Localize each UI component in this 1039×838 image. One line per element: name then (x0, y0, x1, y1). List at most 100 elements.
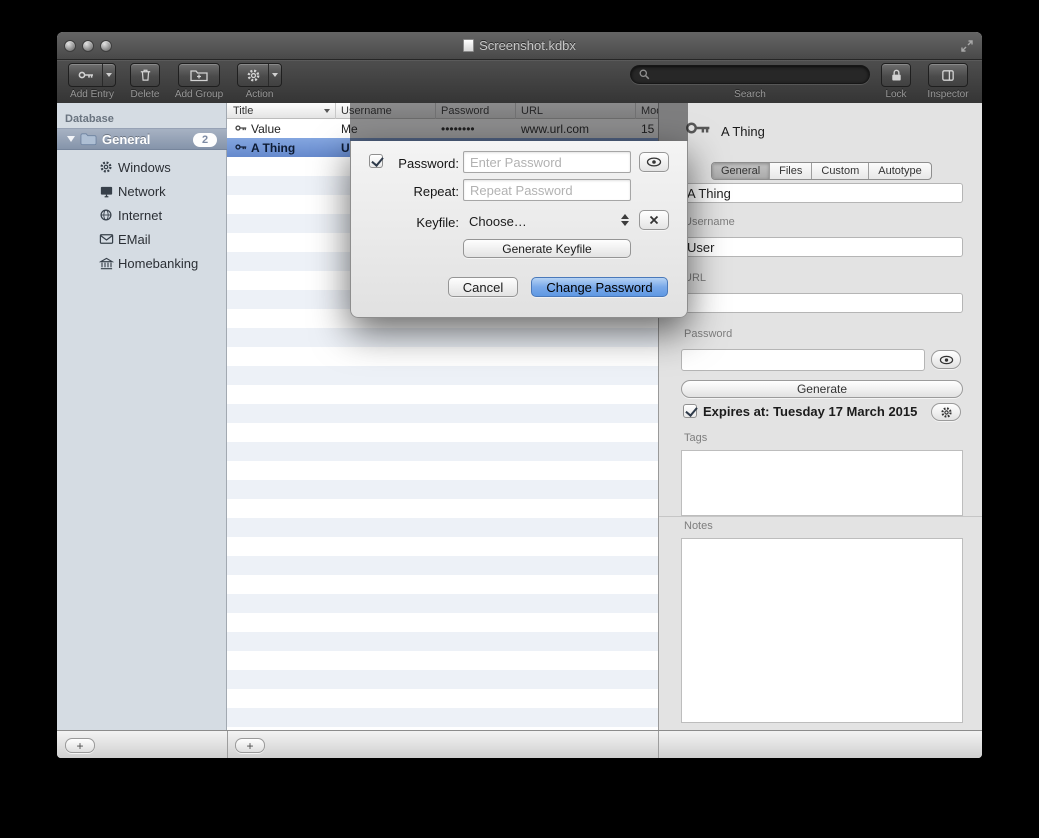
keyfile-popup[interactable]: Choose… (463, 211, 631, 231)
password-label: Password (684, 328, 732, 340)
app-window: Screenshot.kdbx Add Entry Delete (57, 32, 982, 758)
sidebar-header: Database (65, 113, 114, 125)
sidebar-group-label: General (102, 132, 150, 147)
cell-title: Value (251, 122, 281, 136)
inspector-label: Inspector (918, 89, 978, 100)
search-input[interactable] (630, 65, 870, 84)
zoom-button[interactable] (100, 40, 112, 52)
tab-autotype[interactable]: Autotype (869, 163, 930, 179)
key-icon (685, 115, 711, 141)
trash-icon (138, 67, 153, 83)
sheet-shadow-overlay (350, 103, 688, 141)
username-label: Username (684, 216, 735, 228)
action-label: Action (231, 89, 288, 100)
search-label: Search (630, 89, 870, 100)
sidebar-item-homebanking[interactable]: Homebanking (57, 251, 227, 275)
repeat-password-input[interactable] (463, 179, 631, 201)
sidebar-item-internet[interactable]: Internet (57, 203, 227, 227)
disclosure-triangle-icon[interactable] (67, 136, 75, 142)
notes-label: Notes (684, 520, 713, 532)
chevron-down-icon (272, 73, 278, 77)
minimize-button[interactable] (82, 40, 94, 52)
title-bar[interactable]: Screenshot.kdbx (57, 32, 982, 60)
add-entry-button[interactable] (68, 63, 116, 87)
expires-label: Expires at: Tuesday 17 March 2015 (703, 404, 917, 419)
delete-button[interactable] (130, 63, 160, 87)
key-icon (70, 67, 102, 83)
lock-icon (889, 68, 904, 83)
folder-icon (80, 132, 97, 146)
reveal-password-button[interactable] (931, 350, 961, 369)
cancel-button[interactable]: Cancel (448, 277, 518, 297)
divider (658, 731, 659, 758)
sort-indicator-icon (324, 109, 330, 113)
tab-general[interactable]: General (712, 163, 770, 179)
password-input[interactable] (463, 151, 631, 173)
display-icon (98, 183, 114, 199)
chevron-down-icon (106, 73, 112, 77)
url-field[interactable] (681, 293, 963, 313)
sheet-password-label: Password: (381, 156, 459, 171)
sheet-keyfile-label: Keyfile: (381, 215, 459, 230)
gear-icon (940, 406, 953, 419)
change-password-sheet: Password: Repeat: Keyfile: Choose… Gener… (350, 141, 688, 318)
stepper-icon[interactable] (621, 214, 629, 226)
mail-icon (98, 231, 114, 247)
expires-checkbox[interactable] (683, 404, 697, 418)
sidebar-item-email[interactable]: EMail (57, 227, 227, 251)
change-password-button[interactable]: Change Password (531, 277, 668, 297)
add-group-plus-button[interactable]: + (65, 738, 95, 753)
fullscreen-icon[interactable] (960, 39, 974, 53)
eye-icon (646, 157, 662, 167)
key-icon (235, 122, 247, 134)
lock-label: Lock (866, 89, 926, 100)
group-badge: 2 (193, 133, 217, 147)
add-entry-plus-button[interactable]: + (235, 738, 265, 753)
gear-icon (239, 68, 268, 83)
notes-field[interactable] (681, 538, 963, 723)
cell-title: A Thing (251, 141, 295, 155)
sidebar-group-general[interactable]: General 2 (57, 128, 227, 150)
close-button[interactable] (64, 40, 76, 52)
search-icon (638, 68, 651, 81)
reveal-password-button[interactable] (639, 152, 669, 172)
add-entry-label: Add Entry (63, 89, 121, 100)
title-field[interactable] (681, 183, 963, 203)
bottom-bar: + + (57, 730, 982, 758)
username-field[interactable] (681, 237, 963, 257)
generate-password-button[interactable]: Generate (681, 380, 963, 398)
divider (227, 731, 228, 758)
eye-icon (939, 355, 954, 365)
inspector-tabs: General Files Custom Autotype (711, 162, 932, 180)
clear-keyfile-button[interactable] (639, 210, 669, 230)
tags-field[interactable] (681, 450, 963, 516)
column-separator (335, 103, 336, 119)
sheet-repeat-label: Repeat: (381, 184, 459, 199)
password-settings-button[interactable] (931, 403, 961, 421)
close-icon (649, 215, 659, 225)
section-divider (659, 516, 982, 517)
lock-button[interactable] (881, 63, 911, 87)
password-field[interactable] (681, 349, 925, 371)
sidebar-item-network[interactable]: Network (57, 179, 227, 203)
content-area: Database General 2 Windows Network (57, 103, 982, 730)
inspector-button[interactable] (928, 63, 968, 87)
folder-plus-icon (189, 67, 209, 83)
add-group-button[interactable] (178, 63, 220, 87)
document-icon (463, 39, 474, 52)
action-button[interactable] (237, 63, 282, 87)
generate-keyfile-button[interactable]: Generate Keyfile (463, 239, 631, 258)
globe-icon (98, 207, 114, 223)
column-header-title[interactable]: Title (233, 105, 253, 117)
add-group-label: Add Group (169, 89, 229, 100)
search-field[interactable] (655, 68, 862, 82)
inspector-panel-icon (940, 68, 956, 83)
tab-files[interactable]: Files (770, 163, 812, 179)
delete-label: Delete (123, 89, 167, 100)
gear-icon (98, 159, 114, 175)
inspector-panel: A Thing General Files Custom Autotype Us… (658, 103, 982, 730)
tab-custom[interactable]: Custom (812, 163, 869, 179)
tags-label: Tags (684, 432, 707, 444)
window-title-group: Screenshot.kdbx (463, 38, 576, 53)
sidebar-item-windows[interactable]: Windows (57, 155, 227, 179)
